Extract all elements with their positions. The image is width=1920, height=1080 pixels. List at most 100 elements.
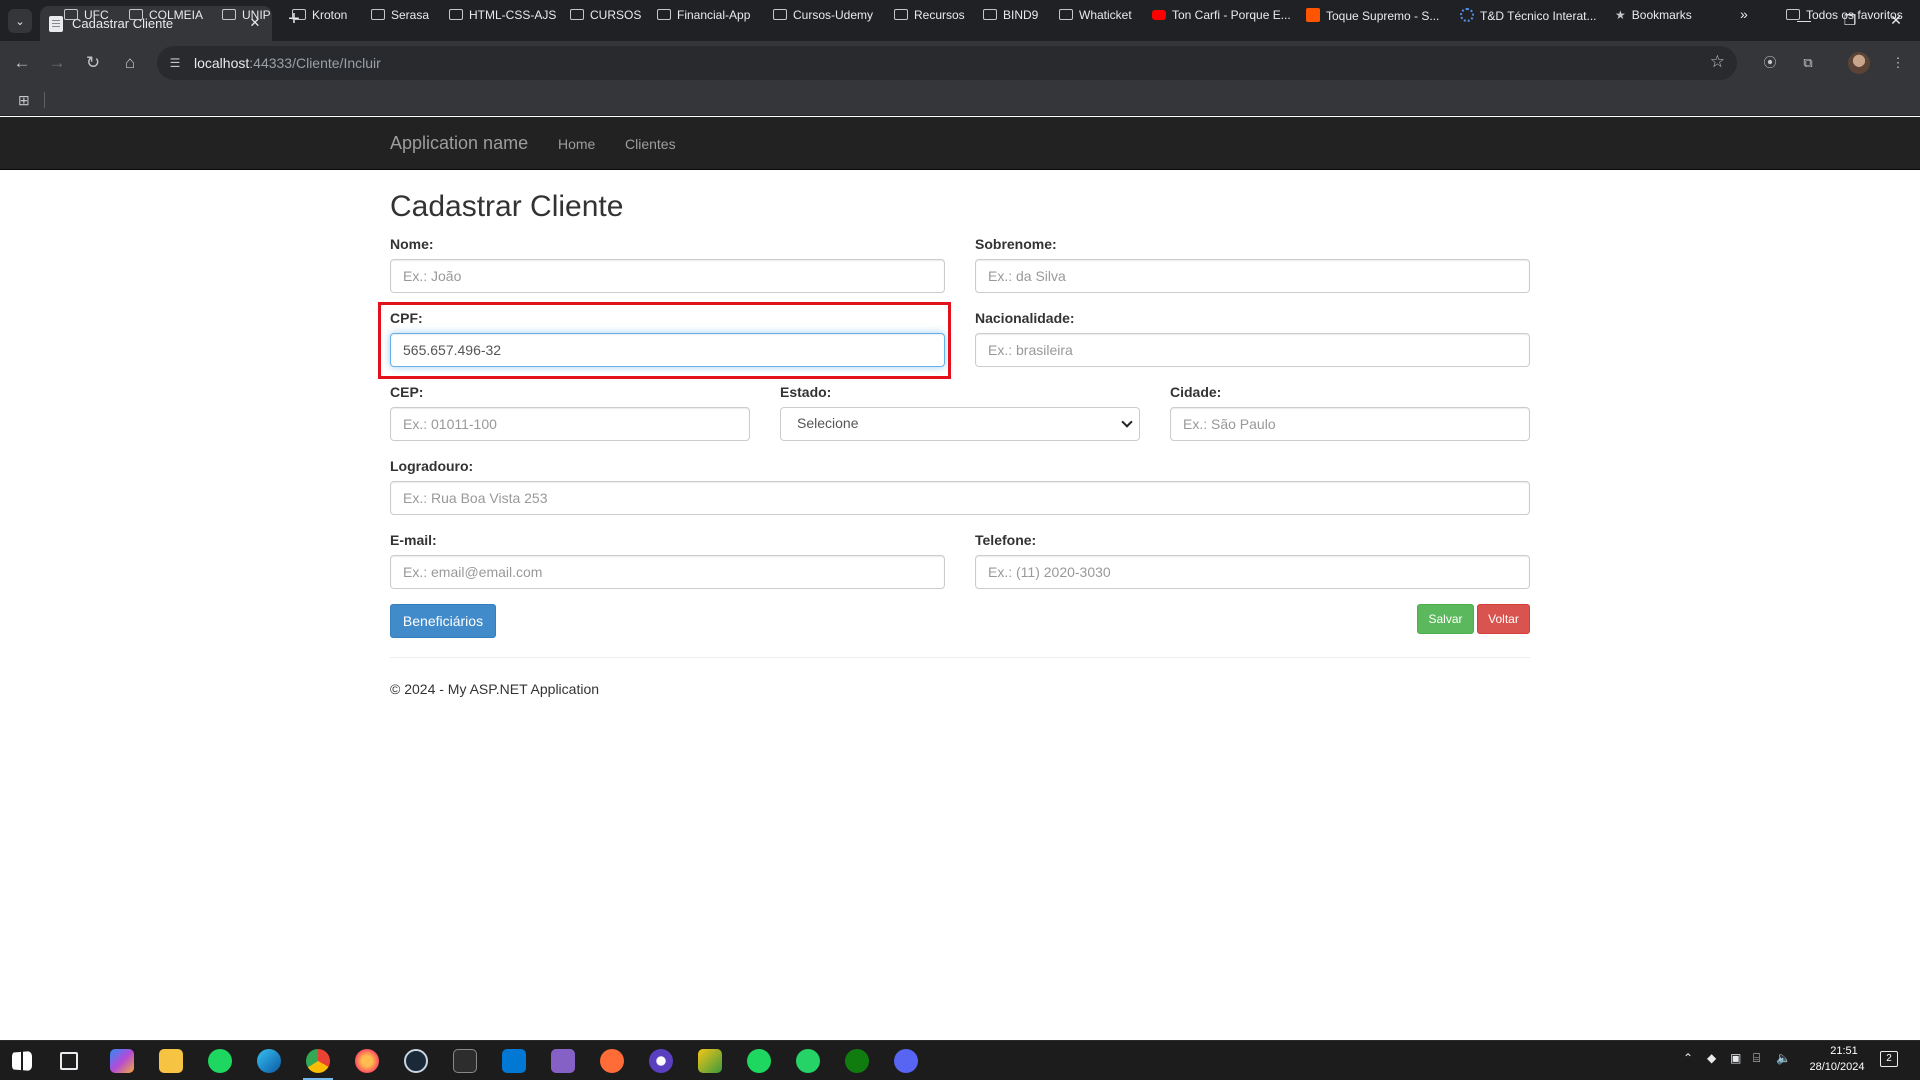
estado-select[interactable]: Selecione [780,407,1140,441]
browser-toolbar: ← → ↻ ⌂ ☰ localhost:44333/Cliente/Inclui… [0,41,1920,84]
bookmark-bookmarks[interactable]: ★ Bookmarks [1615,8,1692,22]
firefox-icon[interactable] [355,1049,379,1073]
whatsapp-icon[interactable] [796,1049,820,1073]
home-button[interactable]: ⌂ [116,49,144,77]
bookmark-recursos[interactable]: Recursos [894,8,965,22]
postman-icon[interactable] [600,1049,624,1073]
edge-icon[interactable] [257,1049,281,1073]
tray-overflow-icon[interactable]: ⌃ [1683,1051,1693,1065]
bookmark-star-icon[interactable]: ☆ [1710,52,1725,72]
beneficiarios-button[interactable]: Beneficiários [390,604,496,638]
bookmark-ton-carfi[interactable]: Ton Carfi - Porque E... [1152,8,1291,22]
logradouro-input[interactable] [390,481,1530,515]
chevron-down-icon [1121,416,1133,428]
estado-label: Estado: [780,384,832,400]
app-tools-icon[interactable] [698,1049,722,1073]
more-bookmarks-button[interactable]: » [1740,6,1748,22]
bookmark-bind9[interactable]: BIND9 [983,8,1038,22]
notification-center-icon[interactable]: 2 [1880,1051,1898,1067]
volume-icon[interactable]: 🔈 [1776,1051,1791,1065]
nav-link-clientes[interactable]: Clientes [625,136,676,152]
tab-search-chevron-icon[interactable]: ⌄ [8,9,32,33]
bookmark-unip[interactable]: UNIP [222,8,271,22]
cep-input[interactable] [390,407,750,441]
chrome-icon[interactable] [306,1049,330,1073]
meet-icon[interactable]: ▣ [1730,1051,1741,1065]
forward-button[interactable]: → [43,49,71,77]
apps-grid-icon[interactable]: ⊞ [18,92,34,108]
menu-icon[interactable]: ⋮ [1885,50,1911,76]
footer-copyright: © 2024 - My ASP.NET Application [390,681,600,697]
app-brand-link[interactable]: Application name [390,133,528,154]
terminal-icon[interactable] [453,1049,477,1073]
bookmark-financial-app[interactable]: Financial-App [657,8,750,22]
soundcloud-icon [1306,8,1320,22]
windows-start-icon[interactable] [12,1051,32,1071]
network-icon[interactable]: ⌸ [1753,1051,1760,1066]
bookmark-toque-supremo[interactable]: Toque Supremo - S... [1306,8,1439,23]
folder-icon [773,9,787,20]
site-info-icon[interactable]: ☰ [165,53,185,73]
spotify-icon[interactable] [208,1049,232,1073]
cast-icon[interactable]: ⦿ [1757,50,1783,76]
vscode-icon[interactable] [502,1049,526,1073]
address-bar[interactable]: ☰ localhost:44333/Cliente/Incluir ☆ [157,46,1737,80]
spotify-secondary-icon[interactable] [747,1049,771,1073]
bookmark-cursos[interactable]: CURSOS [570,8,641,22]
star-icon: ★ [1615,8,1626,22]
telefone-input[interactable] [975,555,1530,589]
folder-icon [983,9,997,20]
file-explorer-icon[interactable] [159,1049,183,1073]
nome-input[interactable] [390,259,945,293]
xbox-icon[interactable] [845,1049,869,1073]
all-favorites-folder[interactable]: Todos os favoritos [1786,8,1903,22]
nome-label: Nome: [390,236,434,252]
estado-selected-value: Selecione [797,415,859,431]
bookmark-colmeia[interactable]: COLMEIA [129,8,203,22]
bookmark-whaticket[interactable]: Whaticket [1059,8,1132,22]
cep-label: CEP: [390,384,424,400]
visual-studio-icon[interactable] [551,1049,575,1073]
bookmarks-bar [0,84,1920,116]
email-input[interactable] [390,555,945,589]
folder-icon [222,9,236,20]
bookmark-cursos-udemy[interactable]: Cursos-Udemy [773,8,873,22]
folder-icon [371,9,385,20]
cidade-input[interactable] [1170,407,1530,441]
footer-divider [390,657,1530,658]
copilot-icon[interactable] [110,1049,134,1073]
email-label: E-mail: [390,532,437,548]
url-text: localhost:44333/Cliente/Incluir [194,55,381,71]
back-button[interactable]: ← [8,49,36,77]
telefone-label: Telefone: [975,532,1037,548]
reload-button[interactable]: ↻ [79,49,107,77]
task-view-icon[interactable] [60,1052,78,1070]
bookmark-td-tecnico[interactable]: T&D Técnico Interat... [1460,8,1597,23]
tray-app-icon[interactable]: ◆ [1707,1051,1716,1065]
bookmark-html-css-ajs[interactable]: HTML-CSS-AJS [449,8,556,22]
extensions-icon[interactable]: ⧉ [1795,50,1821,76]
steam-icon[interactable] [404,1049,428,1073]
back-link-button[interactable]: Voltar [1477,604,1530,634]
bookmark-kroton[interactable]: Kroton [292,8,347,22]
app-circle-icon[interactable] [649,1049,673,1073]
cidade-label: Cidade: [1170,384,1222,400]
folder-icon [292,9,306,20]
clock-time[interactable]: 21:51 [1814,1045,1874,1057]
nacionalidade-input[interactable] [975,333,1530,367]
clock-date[interactable]: 28/10/2024 [1800,1061,1874,1073]
save-button[interactable]: Salvar [1417,604,1474,634]
nav-link-home[interactable]: Home [558,136,595,152]
page-title: Cadastrar Cliente [390,190,624,223]
folder-icon [657,9,671,20]
nacionalidade-label: Nacionalidade: [975,310,1075,326]
document-icon [49,16,63,32]
profile-avatar[interactable] [1848,52,1870,74]
discord-icon[interactable] [894,1049,918,1073]
folder-icon [1786,9,1800,20]
cpf-highlight-annotation [378,302,951,379]
bookmark-serasa[interactable]: Serasa [371,8,429,22]
sobrenome-input[interactable] [975,259,1530,293]
folder-icon [449,9,463,20]
bookmark-ufc[interactable]: UFC [64,8,109,22]
